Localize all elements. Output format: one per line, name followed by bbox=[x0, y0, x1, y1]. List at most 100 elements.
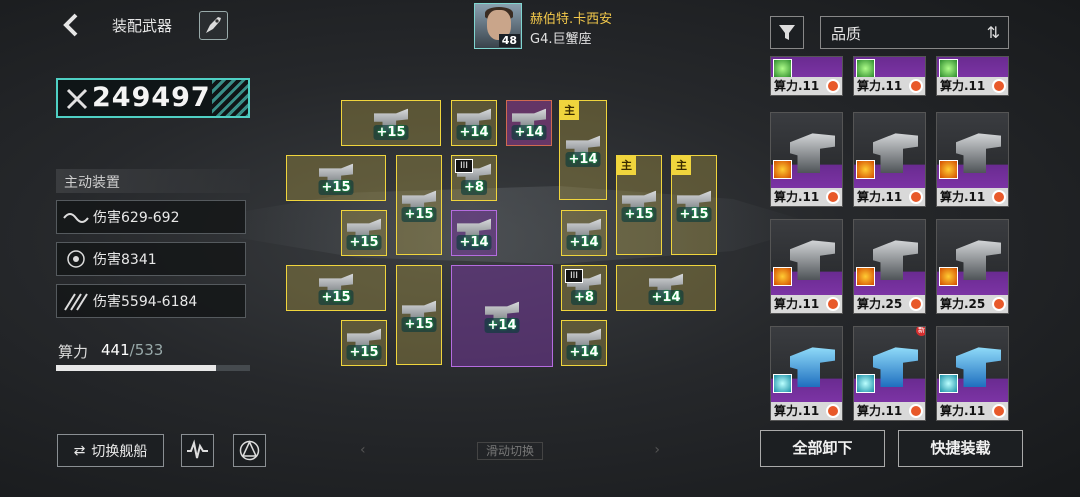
active-devices-header: 主动装置 bbox=[56, 169, 250, 193]
weapon-level: +15 bbox=[401, 317, 437, 332]
rocket-icon bbox=[206, 17, 221, 33]
inventory-weapon-card[interactable]: 算力.11 bbox=[770, 112, 843, 207]
quick-equip-button[interactable]: 快捷装载 bbox=[898, 430, 1023, 467]
captain-level: 48 bbox=[498, 34, 520, 47]
capacity-label: 算力 bbox=[58, 343, 89, 361]
swipe-hint[interactable]: ‹ 滑动切换 › bbox=[360, 442, 660, 462]
fire-element-icon bbox=[939, 160, 958, 179]
inventory-weapon-card[interactable]: 算力.11 bbox=[770, 326, 843, 421]
weapon-level: +14 bbox=[648, 290, 684, 305]
weapon-slot[interactable]: +15 bbox=[341, 100, 441, 146]
cost-gear-icon bbox=[826, 297, 840, 311]
weapon-slot[interactable]: +15 bbox=[286, 155, 386, 201]
quality-sort-select[interactable]: 品质 ⇅ bbox=[820, 16, 1009, 49]
weapon-level: +14 bbox=[566, 345, 602, 360]
inventory-weapon-card[interactable]: 算力.11 bbox=[770, 219, 843, 314]
main-weapon-tag: 主 bbox=[560, 101, 579, 120]
weapon-slot[interactable]: +14 bbox=[506, 100, 552, 146]
weapon-icon bbox=[956, 133, 1001, 173]
green-element-icon bbox=[939, 59, 958, 78]
weapon-slot[interactable]: +14 bbox=[451, 265, 553, 367]
inventory-weapon-card[interactable]: 算力.11 bbox=[936, 56, 1009, 96]
weapon-icon bbox=[873, 133, 918, 173]
weapon-slot[interactable]: +15 bbox=[341, 320, 387, 366]
emblem-button[interactable] bbox=[233, 434, 266, 467]
teal-element-icon bbox=[773, 374, 792, 393]
weapon-slot[interactable]: +15 bbox=[396, 265, 442, 365]
weapon-slot[interactable]: +14 bbox=[561, 320, 607, 366]
inventory-weapon-card[interactable]: 算力.11 bbox=[770, 56, 843, 96]
waveform-button[interactable] bbox=[181, 434, 214, 467]
inventory-weapon-card[interactable]: 算力.25 bbox=[936, 219, 1009, 314]
weapon-slot[interactable]: +15 主 bbox=[616, 155, 662, 255]
weapon-icon bbox=[956, 347, 1001, 387]
cost-gear-icon bbox=[992, 404, 1006, 418]
inventory-weapon-card[interactable]: 算力.11 bbox=[936, 112, 1009, 207]
weapon-slot[interactable]: +15 bbox=[341, 210, 387, 256]
weapon-slot[interactable]: +8 III bbox=[561, 265, 607, 311]
weapon-slot[interactable]: +8 III bbox=[451, 155, 497, 201]
weapon-level: +8 bbox=[571, 290, 597, 305]
cost-gear-icon bbox=[826, 404, 840, 418]
weapon-slot[interactable]: +14 bbox=[616, 265, 716, 311]
fire-element-icon bbox=[939, 267, 958, 286]
grade-tag: III bbox=[455, 159, 473, 173]
stat-row-wave[interactable]: 伤害629-692 bbox=[56, 200, 246, 234]
cost-gear-icon bbox=[909, 404, 923, 418]
unload-all-button[interactable]: 全部卸下 bbox=[760, 430, 885, 467]
weapon-level: +14 bbox=[566, 235, 602, 250]
weapon-level: +15 bbox=[676, 207, 712, 222]
fire-element-icon bbox=[856, 160, 875, 179]
stat-label: 伤害5594-6184 bbox=[93, 294, 198, 310]
teal-element-icon bbox=[939, 374, 958, 393]
chevron-left-icon: ‹ bbox=[360, 442, 366, 458]
switch-ship-label: 切换舰船 bbox=[91, 443, 148, 460]
weapon-level: +8 bbox=[461, 180, 487, 195]
weapon-slot[interactable]: +15 bbox=[286, 265, 386, 311]
wave-icon bbox=[63, 213, 89, 223]
stat-row-target[interactable]: 伤害8341 bbox=[56, 242, 246, 276]
page-title: 装配武器 bbox=[112, 17, 173, 35]
weapon-slot[interactable]: +15 主 bbox=[671, 155, 717, 255]
captain-name: 赫伯特.卡西安 bbox=[530, 12, 613, 27]
weapon-icon bbox=[790, 240, 835, 280]
green-element-icon bbox=[773, 59, 792, 78]
weapon-slot[interactable]: +14 主 bbox=[559, 100, 607, 200]
sort-toggle-icon: ⇅ bbox=[986, 23, 1000, 42]
capacity-fill bbox=[56, 365, 217, 371]
weapon-level: +15 bbox=[401, 207, 437, 222]
cost-gear-icon bbox=[992, 79, 1006, 93]
back-button[interactable] bbox=[56, 10, 86, 40]
stat-row-multi-shot[interactable]: 伤害5594-6184 bbox=[56, 284, 246, 318]
inventory-weapon-card[interactable]: 算力.11 新 bbox=[853, 326, 926, 421]
rocket-button[interactable] bbox=[199, 11, 228, 40]
weapon-slot[interactable]: +14 bbox=[451, 100, 497, 146]
filter-button[interactable] bbox=[770, 16, 804, 49]
weapon-level: +14 bbox=[484, 318, 520, 333]
weapon-level: +15 bbox=[318, 180, 354, 195]
weapon-level: +15 bbox=[621, 207, 657, 222]
combat-power-box: 249497 bbox=[56, 78, 250, 118]
captain-avatar[interactable]: 48 bbox=[474, 3, 522, 49]
switch-ship-button[interactable]: ⇄ 切换舰船 bbox=[57, 434, 164, 467]
main-weapon-tag: 主 bbox=[672, 156, 691, 175]
back-arrow-icon bbox=[63, 13, 78, 37]
filter-icon bbox=[779, 25, 795, 40]
inventory-weapon-card[interactable]: 算力.11 bbox=[936, 326, 1009, 421]
weapon-icon bbox=[790, 347, 835, 387]
weapon-level: +14 bbox=[511, 125, 547, 140]
waveform-icon bbox=[187, 439, 208, 459]
weapon-slot[interactable]: +15 bbox=[396, 155, 442, 255]
cost-gear-icon bbox=[909, 297, 923, 311]
multi-shot-icon bbox=[64, 293, 88, 311]
weapon-level: +15 bbox=[373, 125, 409, 140]
inventory-weapon-card[interactable]: 算力.11 bbox=[853, 56, 926, 96]
cost-gear-icon bbox=[909, 190, 923, 204]
weapon-level: +15 bbox=[346, 345, 382, 360]
capacity-used: 441 bbox=[101, 341, 130, 359]
inventory-weapon-card[interactable]: 算力.11 bbox=[853, 112, 926, 207]
cost-gear-icon bbox=[909, 79, 923, 93]
inventory-weapon-card[interactable]: 算力.25 bbox=[853, 219, 926, 314]
weapon-slot[interactable]: +14 bbox=[451, 210, 497, 256]
weapon-slot[interactable]: +14 bbox=[561, 210, 607, 256]
